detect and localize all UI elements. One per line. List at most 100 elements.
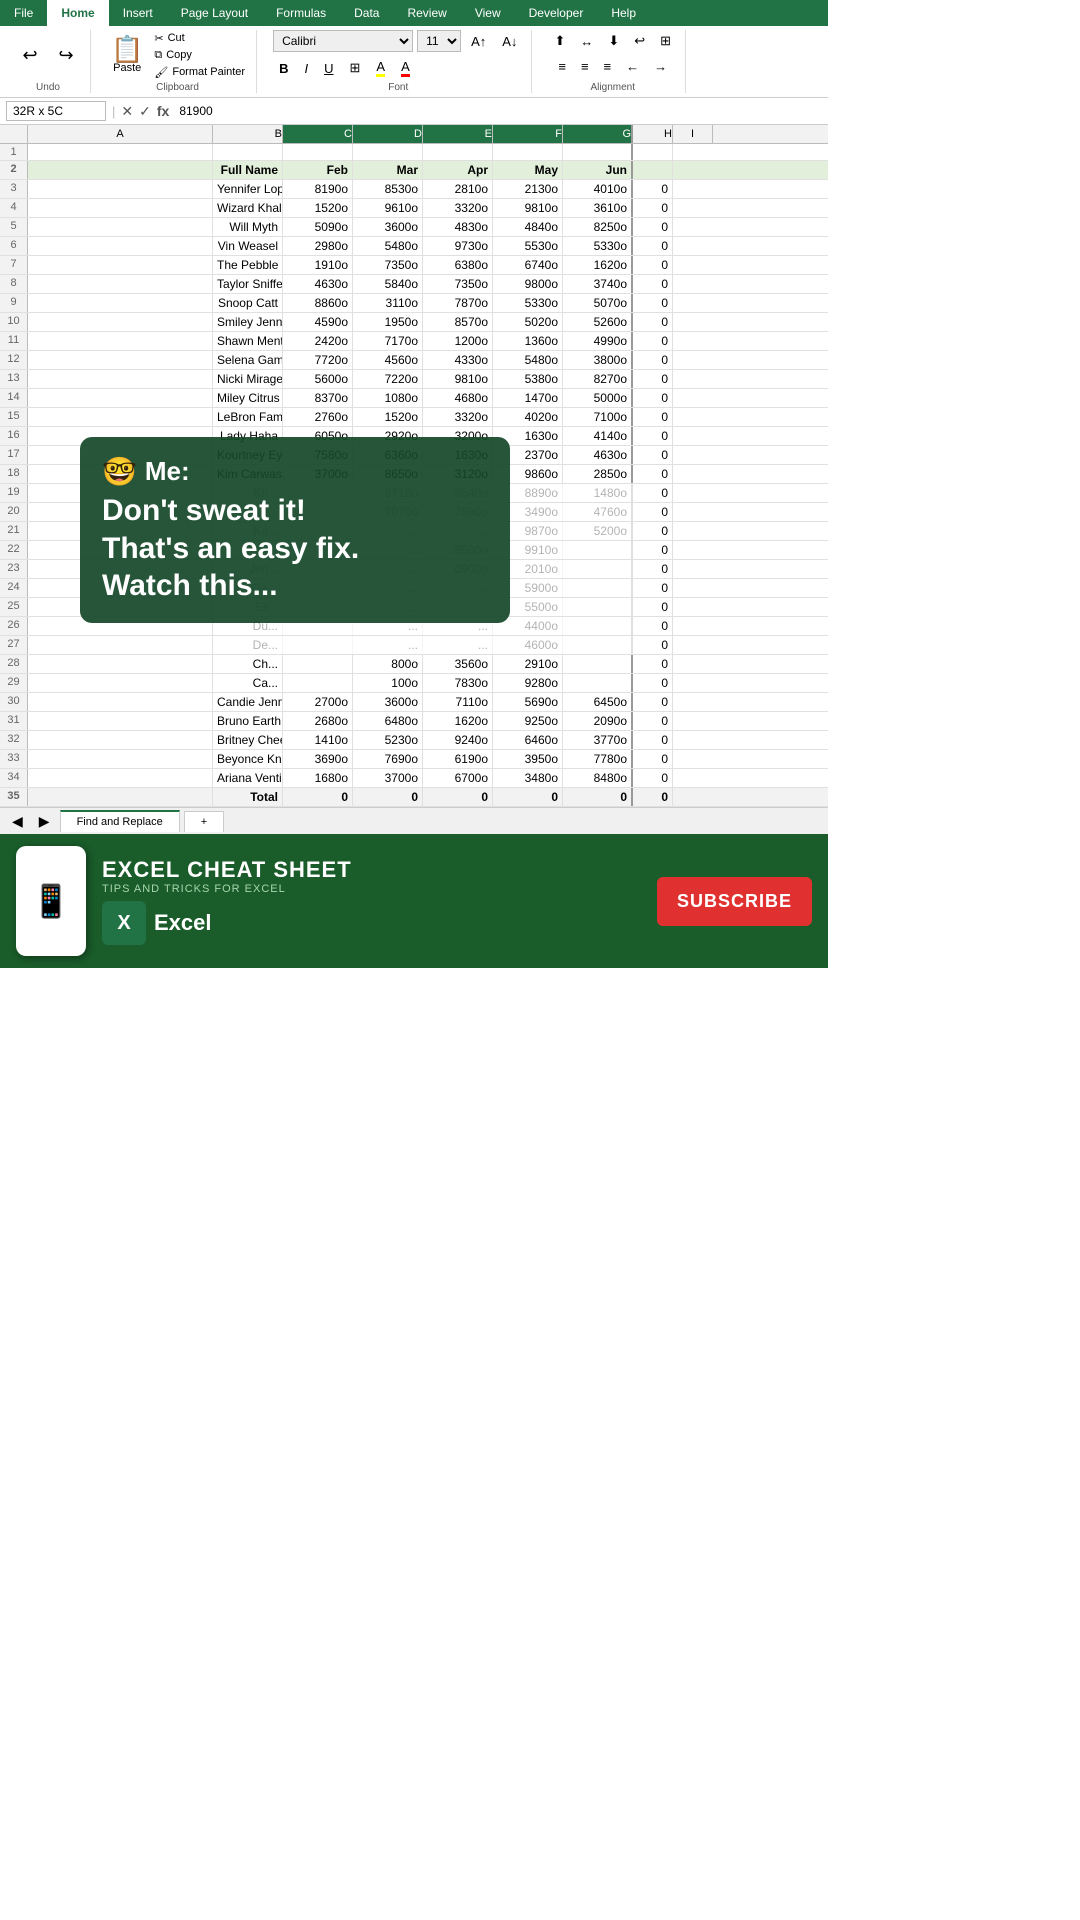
cell[interactable] — [28, 750, 213, 768]
col-header-d[interactable]: D — [353, 125, 423, 143]
cell[interactable]: 9810o — [423, 370, 493, 388]
cell[interactable] — [563, 598, 633, 616]
cell[interactable]: 0 — [633, 617, 673, 635]
cell[interactable]: 0 — [633, 503, 673, 521]
cell[interactable]: 3560o — [423, 655, 493, 673]
cell[interactable]: 5480o — [493, 351, 563, 369]
col-header-b[interactable]: B — [213, 125, 283, 143]
cell[interactable]: 5200o — [563, 522, 633, 540]
cell[interactable]: 3700o — [353, 769, 423, 787]
cell[interactable]: 8270o — [563, 370, 633, 388]
cell[interactable] — [28, 256, 213, 274]
formula-input[interactable] — [175, 102, 822, 120]
cell[interactable]: 6740o — [493, 256, 563, 274]
cell[interactable]: 2090o — [563, 712, 633, 730]
cell[interactable]: 9280o — [493, 674, 563, 692]
cell[interactable]: 8250o — [563, 218, 633, 236]
insert-function-icon[interactable]: fx — [157, 103, 169, 120]
decrease-indent-button[interactable]: ← — [620, 56, 645, 77]
paste-button[interactable]: 📋 Paste — [107, 34, 147, 76]
cell[interactable]: 0 — [633, 522, 673, 540]
cell[interactable] — [28, 731, 213, 749]
cell-header-mar[interactable]: Mar — [353, 161, 423, 179]
cell[interactable]: 7350o — [353, 256, 423, 274]
increase-indent-button[interactable]: → — [648, 56, 673, 77]
cell[interactable]: Nicki Mirage — [213, 370, 283, 388]
sheet-tab-find-replace[interactable]: Find and Replace — [60, 810, 180, 832]
cell[interactable]: 4010o — [563, 180, 633, 198]
cell[interactable]: 3600o — [353, 218, 423, 236]
cell[interactable]: 8860o — [283, 294, 353, 312]
cell[interactable]: 5330o — [493, 294, 563, 312]
cell[interactable]: 8530o — [353, 180, 423, 198]
cell[interactable]: 4560o — [353, 351, 423, 369]
cell[interactable]: 0 — [633, 788, 673, 806]
cell[interactable]: 3770o — [563, 731, 633, 749]
cell[interactable]: 0 — [633, 351, 673, 369]
cell[interactable]: 3690o — [283, 750, 353, 768]
cell[interactable]: 2850o — [563, 465, 633, 483]
cell[interactable]: 6380o — [423, 256, 493, 274]
cell[interactable]: 6190o — [423, 750, 493, 768]
cell[interactable]: 9810o — [493, 199, 563, 217]
cell[interactable]: Taylor Sniffed — [213, 275, 283, 293]
cell[interactable]: The Pebble — [213, 256, 283, 274]
cell[interactable]: 2680o — [283, 712, 353, 730]
cell[interactable]: 0 — [493, 788, 563, 806]
cell[interactable] — [283, 655, 353, 673]
cell[interactable]: 4330o — [423, 351, 493, 369]
undo-button[interactable]: ↩ — [14, 44, 46, 66]
cell[interactable]: 4590o — [283, 313, 353, 331]
cell[interactable]: 0 — [633, 636, 673, 654]
cell[interactable]: 6450o — [563, 693, 633, 711]
tab-view[interactable]: View — [461, 0, 515, 26]
cell[interactable]: 0 — [633, 579, 673, 597]
cell[interactable]: 0 — [633, 408, 673, 426]
cell[interactable]: 0 — [633, 484, 673, 502]
cell[interactable]: 6700o — [423, 769, 493, 787]
cell[interactable]: 2760o — [283, 408, 353, 426]
tab-developer[interactable]: Developer — [515, 0, 598, 26]
cell[interactable]: 3320o — [423, 199, 493, 217]
cell[interactable] — [28, 693, 213, 711]
col-header-h[interactable]: H — [633, 125, 673, 143]
cell[interactable]: 0 — [633, 712, 673, 730]
cell[interactable] — [353, 144, 423, 160]
cell[interactable]: 0 — [633, 750, 673, 768]
cell[interactable] — [28, 218, 213, 236]
cell[interactable]: 4840o — [493, 218, 563, 236]
cell[interactable]: 7720o — [283, 351, 353, 369]
cell[interactable]: De... — [213, 636, 283, 654]
cell[interactable]: 2420o — [283, 332, 353, 350]
align-middle-button[interactable]: ↔ — [574, 30, 599, 52]
font-shrink-button[interactable]: A↓ — [496, 31, 523, 52]
cell[interactable]: 1410o — [283, 731, 353, 749]
cell[interactable] — [28, 199, 213, 217]
cell[interactable] — [563, 617, 633, 635]
cell[interactable]: 4140o — [563, 427, 633, 445]
cell[interactable]: 1910o — [283, 256, 353, 274]
cell-header-feb[interactable]: Feb — [283, 161, 353, 179]
cell[interactable] — [28, 294, 213, 312]
sheet-nav-left[interactable]: ◀ — [6, 811, 29, 832]
sheet-nav-right[interactable]: ▶ — [33, 811, 56, 832]
cell[interactable]: 5600o — [283, 370, 353, 388]
tab-file[interactable]: File — [0, 0, 47, 26]
cell[interactable]: 5070o — [563, 294, 633, 312]
tab-review[interactable]: Review — [393, 0, 460, 26]
cell[interactable]: 2700o — [283, 693, 353, 711]
tab-home[interactable]: Home — [47, 0, 108, 26]
cell[interactable]: 3600o — [353, 693, 423, 711]
cell[interactable]: 9250o — [493, 712, 563, 730]
cell[interactable]: 3740o — [563, 275, 633, 293]
wrap-text-button[interactable]: ↩ — [628, 30, 651, 52]
cell[interactable]: 0 — [633, 332, 673, 350]
font-name-select[interactable]: Calibri — [273, 30, 413, 52]
cell[interactable]: Snoop Catt — [213, 294, 283, 312]
cancel-formula-icon[interactable]: ✕ — [121, 103, 133, 120]
cell[interactable]: Wizard Khalifa — [213, 199, 283, 217]
cell[interactable]: 0 — [633, 769, 673, 787]
cell[interactable]: 5020o — [493, 313, 563, 331]
redo-button[interactable]: ↪ — [50, 44, 82, 66]
cell-header-jun[interactable]: Jun — [563, 161, 633, 179]
